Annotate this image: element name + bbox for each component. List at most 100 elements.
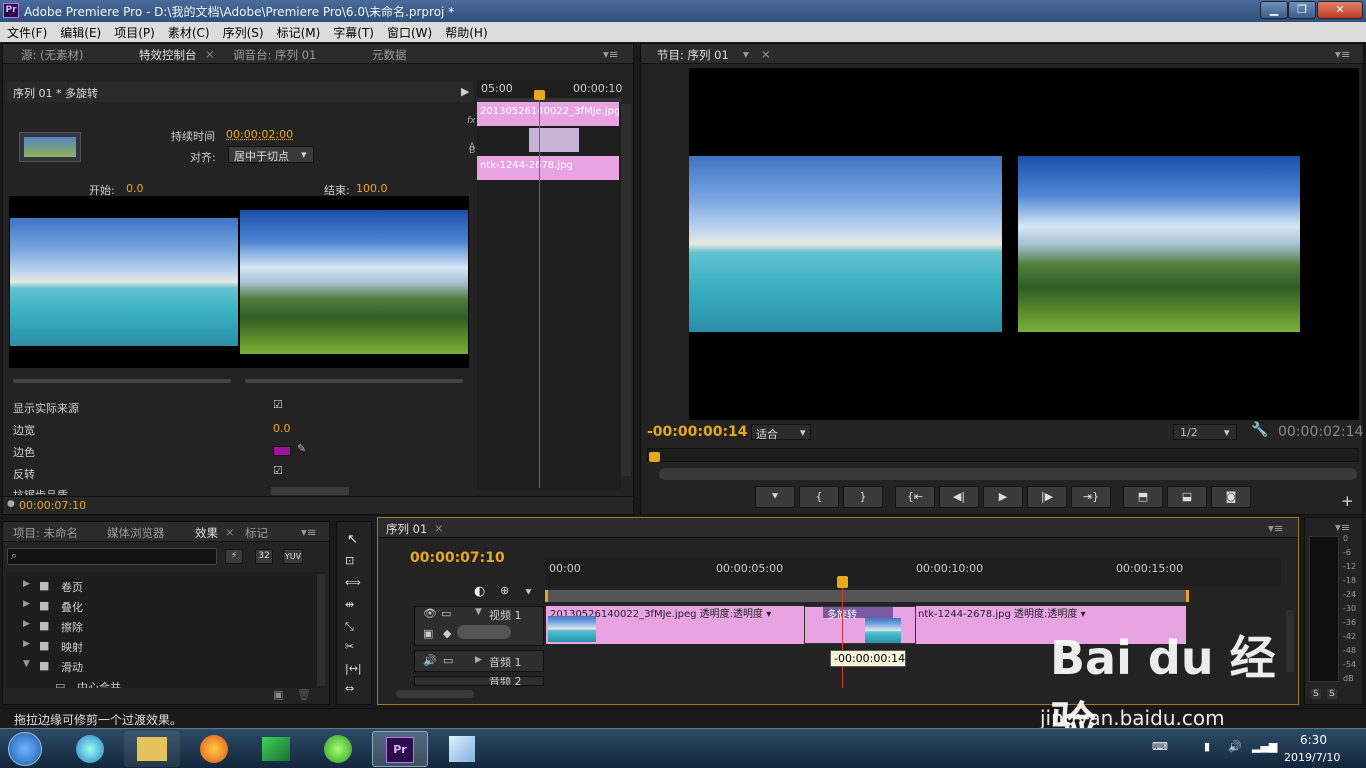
- menu-title[interactable]: 字幕(T): [326, 22, 380, 41]
- program-viewer[interactable]: [689, 68, 1359, 420]
- firefox-icon[interactable]: [186, 731, 242, 767]
- chevron-right-icon[interactable]: ▶: [475, 655, 482, 665]
- program-zoom-scrollbar[interactable]: [659, 468, 1357, 480]
- align-dropdown[interactable]: 居中于切点 ▾: [228, 146, 314, 163]
- timeline-playhead-line[interactable]: [842, 588, 843, 688]
- tree-item-center-merge[interactable]: ▭ 中心合并: [7, 678, 317, 688]
- panel-menu-icon[interactable]: ▾≡: [603, 47, 618, 61]
- clock-date[interactable]: 2019/7/10: [1284, 751, 1340, 764]
- lock-icon[interactable]: ▭: [441, 607, 451, 620]
- rate-stretch-tool-icon[interactable]: ⤡: [345, 620, 354, 634]
- timeline-current-time[interactable]: 00:00:07:10: [410, 550, 505, 566]
- 32bit-effects-button[interactable]: 32: [255, 549, 273, 564]
- end-slider[interactable]: [245, 379, 463, 383]
- tab-close-icon[interactable]: ×: [205, 47, 215, 61]
- timeline-ruler[interactable]: 00:00 00:00:05:00 00:00:10:00 00:00:15:0…: [545, 558, 1281, 586]
- tab-markers[interactable]: 标记: [245, 525, 268, 541]
- add-button-icon[interactable]: +: [1341, 492, 1354, 510]
- tab-effect-controls[interactable]: 特效控制台: [139, 47, 197, 63]
- tab-effects[interactable]: 效果: [195, 525, 218, 541]
- keyframe-nav[interactable]: [457, 625, 511, 639]
- speaker-icon[interactable]: 🔊: [423, 654, 437, 667]
- chevron-down-icon[interactable]: ▼: [475, 607, 482, 617]
- project-menu-icon[interactable]: ▾≡: [301, 525, 316, 539]
- eyedropper-icon[interactable]: ✎: [297, 442, 306, 455]
- delete-icon[interactable]: 🗑: [297, 688, 311, 701]
- solo-right-button[interactable]: S: [1327, 689, 1337, 699]
- network-icon[interactable]: ▮: [1204, 740, 1210, 753]
- timeline-zoom-slider[interactable]: [396, 690, 474, 698]
- tab-program[interactable]: 节目: 序列 01: [657, 47, 729, 63]
- menu-window[interactable]: 窗口(W): [380, 22, 438, 41]
- media-center-icon[interactable]: [62, 731, 118, 767]
- add-marker-button[interactable]: ⯆: [755, 486, 795, 508]
- duration-value[interactable]: 00:00:02:00: [226, 128, 293, 141]
- browser-360-icon[interactable]: [310, 731, 366, 767]
- snap-icon[interactable]: ◐: [474, 584, 485, 599]
- clock-time[interactable]: 6:30: [1300, 733, 1327, 747]
- media-player-icon[interactable]: [248, 731, 304, 767]
- tree-item-wipe[interactable]: ▶ ■ 擦除: [7, 618, 317, 636]
- mini-clip-a[interactable]: 20130526140022_3fMJe.jpg: [477, 102, 619, 126]
- display-style-icon[interactable]: ▣: [423, 627, 433, 640]
- tab-metadata[interactable]: 元数据: [372, 47, 407, 63]
- menu-sequence[interactable]: 序列(S): [216, 22, 270, 41]
- effect-controls-time[interactable]: 00:00:07:10: [19, 499, 86, 512]
- rolling-edit-tool-icon[interactable]: ⇹: [345, 598, 354, 611]
- tab-media-browser[interactable]: 媒体浏览器: [107, 525, 165, 541]
- mini-timeline-scrollbar[interactable]: [621, 104, 631, 476]
- tab-source[interactable]: 源: (无素材): [21, 47, 84, 63]
- go-to-in-button[interactable]: {⇤: [895, 486, 935, 508]
- menu-edit[interactable]: 编辑(E): [53, 22, 107, 41]
- border-width-value[interactable]: 0.0: [273, 422, 291, 435]
- mini-transition[interactable]: [529, 128, 579, 152]
- selection-tool-icon[interactable]: ↖: [347, 532, 358, 547]
- yuv-effects-button[interactable]: YUV: [283, 549, 303, 564]
- eye-icon[interactable]: 👁: [423, 607, 437, 620]
- volume-icon[interactable]: 🔊: [1228, 740, 1242, 753]
- menu-help[interactable]: 帮助(H): [438, 22, 493, 41]
- border-color-swatch[interactable]: [273, 446, 291, 456]
- accelerated-effects-icon[interactable]: ⚡: [225, 549, 243, 564]
- step-back-button[interactable]: ◀|: [939, 486, 979, 508]
- go-to-out-button[interactable]: ⇥}: [1071, 486, 1111, 508]
- keyframe-icon[interactable]: ◆: [443, 627, 451, 640]
- resolution-dropdown[interactable]: 1/2 ▾: [1173, 424, 1237, 440]
- close-button[interactable]: ✕: [1317, 1, 1363, 19]
- tree-item-page-peel[interactable]: ▶ ■ 卷页: [7, 578, 317, 596]
- tree-item-dissolve[interactable]: ▶ ■ 叠化: [7, 598, 317, 616]
- add-marker-icon[interactable]: ⯆: [524, 586, 533, 600]
- tree-item-slide[interactable]: ▼ ■ 滑动: [7, 658, 317, 676]
- effects-search-input[interactable]: ⌕: [7, 548, 217, 565]
- slide-tool-icon[interactable]: ⇔: [345, 682, 354, 695]
- effects-tab-close-icon[interactable]: ×: [225, 525, 235, 539]
- razor-tool-icon[interactable]: ✂: [345, 640, 354, 653]
- sequence-tab-close-icon[interactable]: ×: [434, 521, 444, 535]
- keyboard-icon[interactable]: ⌨: [1152, 740, 1168, 753]
- mini-playhead[interactable]: [539, 90, 540, 488]
- new-bin-icon[interactable]: ▣: [273, 688, 283, 701]
- play-transition-icon[interactable]: ▶: [461, 85, 469, 98]
- menu-clip[interactable]: 素材(C): [161, 22, 216, 41]
- program-playhead-handle[interactable]: [649, 452, 660, 462]
- meters-menu-icon[interactable]: ▾≡: [1335, 520, 1350, 534]
- end-value[interactable]: 100.0: [356, 182, 388, 195]
- timeline-playhead-handle[interactable]: [837, 576, 848, 588]
- start-button[interactable]: [8, 732, 42, 766]
- premiere-taskbar-icon[interactable]: Pr: [372, 731, 428, 767]
- program-tab-close-icon[interactable]: ×: [761, 47, 771, 61]
- menu-file[interactable]: 文件(F): [0, 22, 53, 41]
- menu-project[interactable]: 项目(P): [107, 22, 161, 41]
- mini-clip-b[interactable]: ntk-1244-2678.jpg: [477, 156, 619, 180]
- tab-audio-mixer[interactable]: 调音台: 序列 01: [233, 47, 316, 63]
- lift-button[interactable]: ⬒: [1123, 486, 1163, 508]
- tab-sequence[interactable]: 序列 01: [386, 521, 427, 537]
- tree-item-map[interactable]: ▶ ■ 映射: [7, 638, 317, 656]
- lock-icon[interactable]: ▭: [443, 654, 453, 667]
- step-forward-button[interactable]: |▶: [1027, 486, 1067, 508]
- solo-left-button[interactable]: S: [1311, 689, 1321, 699]
- minimize-button[interactable]: ▁: [1260, 1, 1288, 19]
- mark-out-button[interactable]: }: [843, 486, 883, 508]
- work-area-bar[interactable]: [545, 590, 1189, 602]
- fit-dropdown[interactable]: 适合 ▾: [751, 424, 811, 441]
